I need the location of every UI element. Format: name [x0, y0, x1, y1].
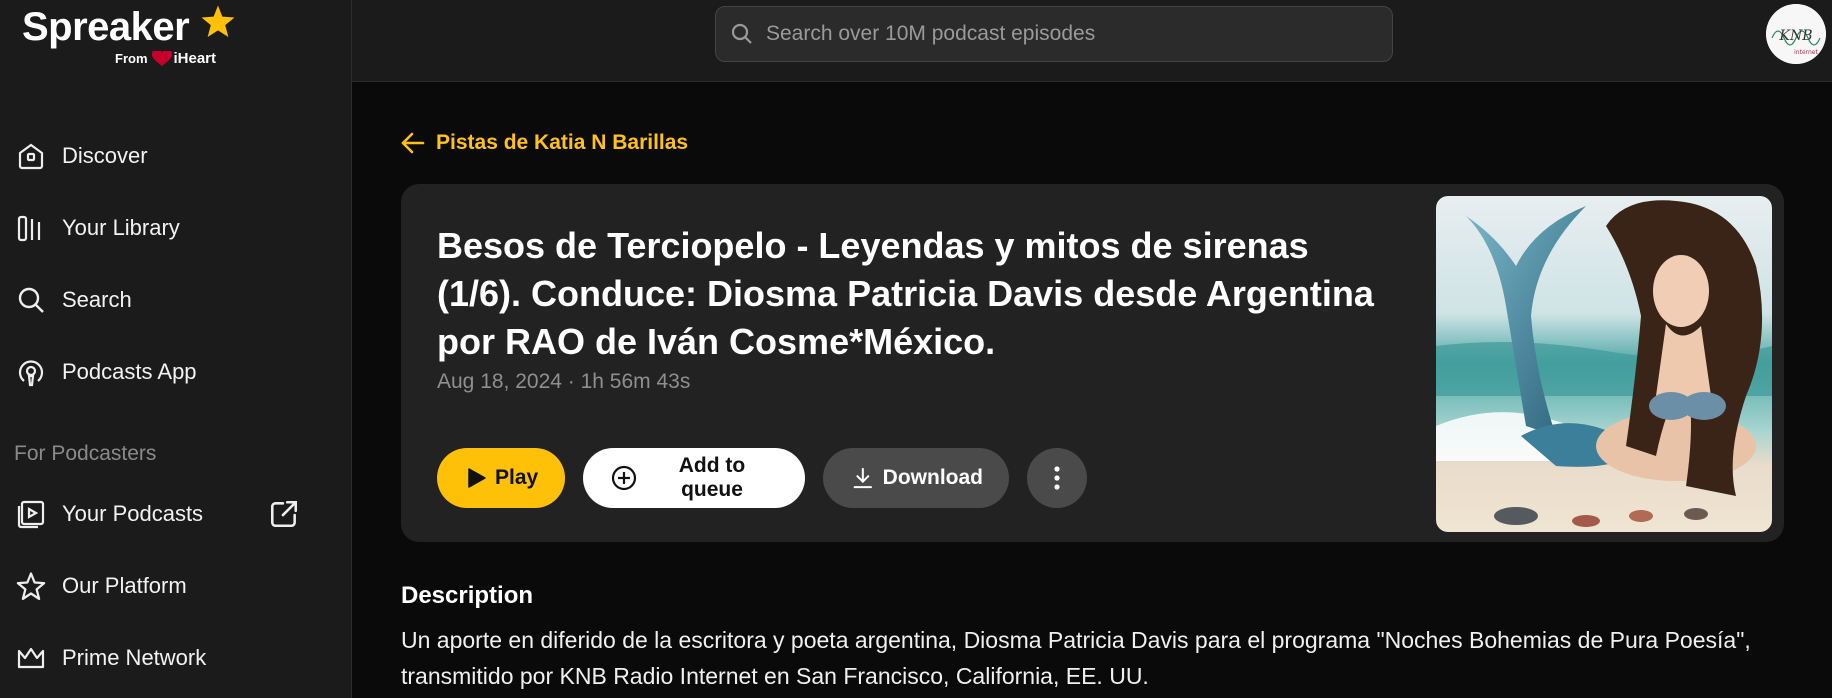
sidebar-item-label: Search [62, 287, 132, 312]
sidebar-item-label: Your Podcasts [62, 501, 204, 526]
search-bar[interactable] [715, 6, 1393, 62]
more-vertical-icon [1054, 466, 1060, 490]
iheart-logo: iHeart [151, 50, 217, 67]
podcast-icon [14, 355, 48, 389]
home-icon [14, 139, 48, 173]
download-label: Download [882, 466, 983, 489]
crown-icon [14, 641, 48, 675]
back-link[interactable]: Pistas de Katia N Barillas [400, 130, 688, 156]
sidebar: Spreaker From iHeart Discover Your Libra… [0, 0, 352, 698]
episode-cover-image [1436, 196, 1772, 532]
play-icon [468, 468, 486, 488]
podcasts-play-icon [14, 497, 48, 531]
download-button[interactable]: Download [823, 448, 1009, 508]
episode-actions: Play Add to queue Download [437, 448, 1087, 508]
search-input[interactable] [766, 22, 1366, 46]
top-bar: KNB internet [352, 0, 1832, 82]
star-outline-icon [14, 569, 48, 603]
search-icon [14, 283, 48, 317]
sidebar-item-podcasts-app[interactable]: Podcasts App [14, 336, 334, 408]
sidebar-item-label: Discover [62, 143, 148, 168]
avatar-text: KNB [1779, 28, 1813, 44]
external-link-icon[interactable] [268, 498, 300, 530]
play-button[interactable]: Play [437, 448, 565, 508]
iheart-icon [151, 50, 172, 66]
description-text: Un aporte en diferido de la escritora y … [401, 627, 1751, 689]
logo-star-icon [201, 5, 235, 37]
sidebar-item-label: Prime Network [62, 645, 207, 670]
sidebar-item-search[interactable]: Search [14, 264, 334, 336]
main-nav: Discover Your Library Search Podcasts Ap… [14, 120, 334, 408]
episode-title: Besos de Terciopelo - Leyendas y mitos d… [437, 225, 1374, 362]
sidebar-item-discover[interactable]: Discover [14, 120, 334, 192]
description-heading: Description [401, 582, 534, 609]
app-root: Spreaker From iHeart Discover Your Libra… [0, 0, 1832, 698]
sidebar-item-label: Podcasts App [62, 359, 197, 384]
download-icon [853, 467, 873, 489]
svg-text:internet: internet [1794, 49, 1818, 56]
search-icon [731, 23, 752, 44]
play-button-label: Play [495, 466, 539, 489]
episode-meta: Aug 18, 2024 · 1h 56m 43s [437, 370, 691, 393]
user-avatar[interactable]: KNB internet [1766, 4, 1826, 64]
add-circle-icon [611, 465, 637, 491]
sidebar-item-label: Your Library [62, 215, 180, 240]
library-icon [14, 211, 48, 245]
arrow-left-icon [401, 132, 425, 154]
logo-subtitle: From iHeart [115, 50, 216, 67]
knb-radio-avatar-icon: KNB internet [1766, 4, 1826, 64]
sidebar-item-label: Our Platform [62, 573, 187, 598]
sidebar-item-your-library[interactable]: Your Library [14, 192, 334, 264]
sidebar-item-prime-network[interactable]: Prime Network [14, 622, 334, 694]
back-link-label: Pistas de Katia N Barillas [436, 131, 689, 154]
spreaker-logo[interactable]: Spreaker From iHeart [22, 4, 242, 70]
logo-from-text: From [115, 51, 148, 66]
add-to-queue-label: Add to queue [678, 454, 746, 501]
mermaid-artwork [1436, 196, 1772, 532]
for-podcasters-heading: For Podcasters [14, 442, 157, 465]
episode-card: Besos de Terciopelo - Leyendas y mitos d… [401, 184, 1784, 542]
add-to-queue-button[interactable]: Add to queue [583, 448, 805, 508]
iheart-text: iHeart [173, 50, 217, 67]
more-options-button[interactable] [1027, 448, 1087, 508]
sidebar-item-our-platform[interactable]: Our Platform [14, 550, 334, 622]
